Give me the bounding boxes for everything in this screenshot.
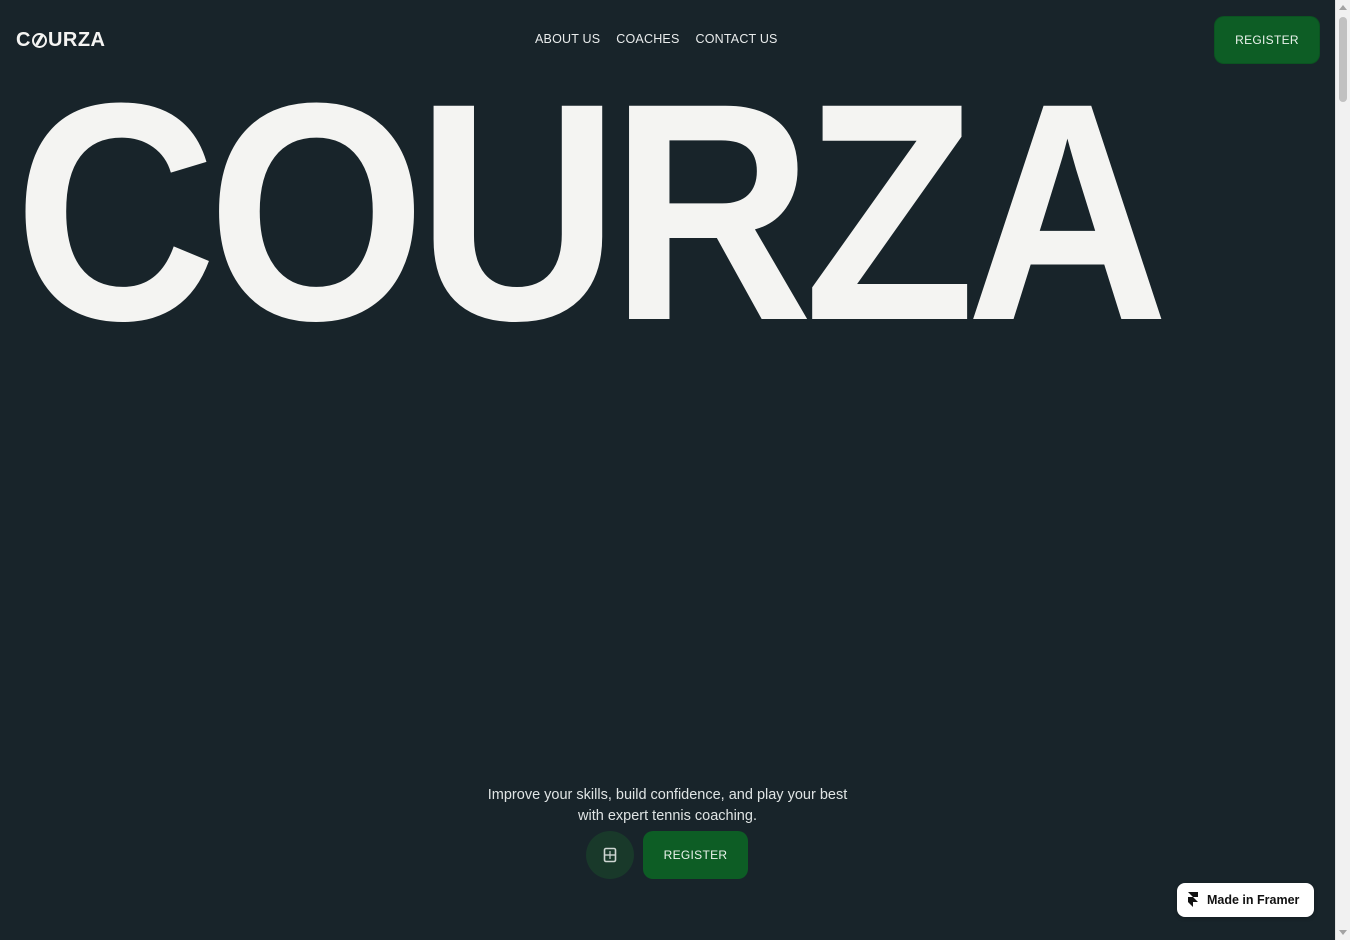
court-icon-button[interactable] [586,831,634,879]
scroll-down-arrow-icon[interactable] [1339,930,1347,935]
vertical-scrollbar[interactable] [1335,0,1350,940]
made-in-framer-badge[interactable]: Made in Framer [1177,883,1314,917]
page: C URZA ABOUT US COACHES CONTACT US REGIS… [0,0,1335,940]
badge-label: Made in Framer [1207,893,1300,907]
scrollbar-thumb[interactable] [1339,17,1347,102]
header-register-button[interactable]: REGISTER [1214,16,1320,64]
framer-logo-icon [1188,892,1198,907]
scroll-up-arrow-icon[interactable] [1339,5,1347,10]
hero-cta-row: REGISTER [586,831,748,879]
hero-tagline: Improve your skills, build confidence, a… [487,786,848,824]
tennis-court-icon [603,847,617,863]
hero-wordmark: COURZA [14,38,1169,385]
hero-register-button[interactable]: REGISTER [643,831,748,879]
